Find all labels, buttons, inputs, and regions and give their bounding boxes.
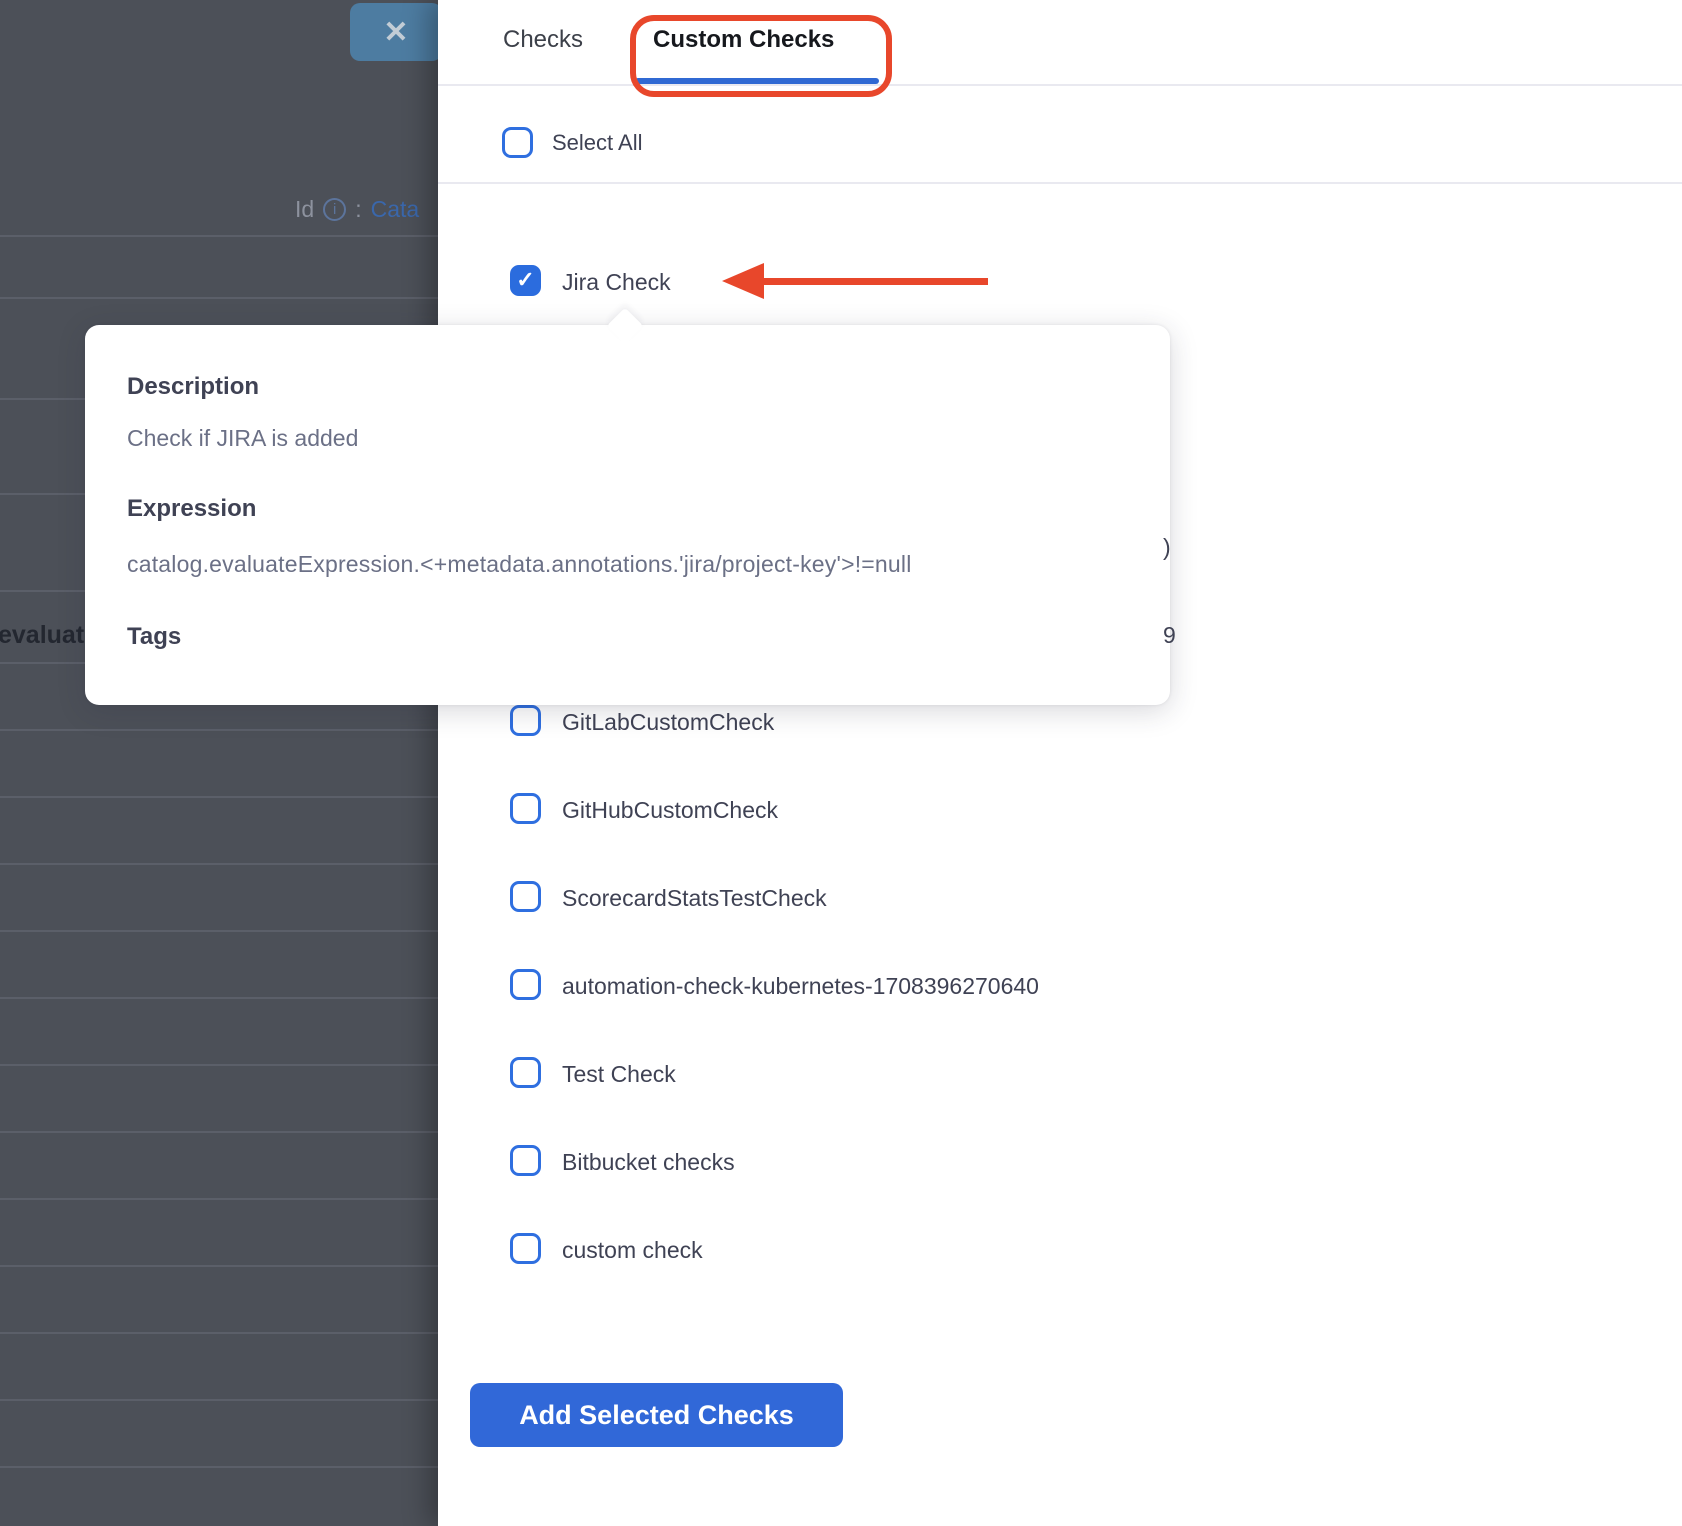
checkbox-checked[interactable]: ✓ [510, 265, 541, 296]
check-row: Test Check [438, 1029, 1682, 1117]
tab-checks[interactable]: Checks [503, 26, 583, 54]
check-row: ScorecardStatsTestCheck [438, 853, 1682, 941]
checkbox[interactable] [510, 705, 541, 736]
close-icon: ✕ [383, 15, 408, 50]
active-tab-underline [635, 78, 879, 84]
check-label: Test Check [562, 1061, 676, 1088]
check-details-tooltip: Description Check if JIRA is added Expre… [85, 325, 1170, 705]
select-all-checkbox[interactable] [502, 127, 533, 158]
tab-custom-checks[interactable]: Custom Checks [653, 26, 834, 54]
check-icon: ✓ [516, 269, 534, 291]
check-label: Jira Check [562, 269, 671, 296]
id-column-label: Id [295, 196, 314, 223]
add-selected-checks-button[interactable]: Add Selected Checks [470, 1383, 843, 1447]
checks-drawer: Checks Custom Checks Select All ✓ Jira Ch… [438, 0, 1682, 1526]
check-row: custom check [438, 1205, 1682, 1293]
checkbox[interactable] [510, 1057, 541, 1088]
select-all-row: Select All [438, 88, 1682, 184]
check-label: automation-check-kubernetes-170839627064… [562, 973, 1039, 1000]
tab-bar: Checks Custom Checks [438, 0, 1682, 86]
tooltip-tags-label: Tags [127, 623, 181, 651]
occluded-check-label-fragment: 9 [1163, 622, 1176, 649]
select-all-label: Select All [552, 130, 643, 156]
catalog-link-partial[interactable]: Cata [371, 196, 420, 223]
check-label: ScorecardStatsTestCheck [562, 885, 827, 912]
checkbox[interactable] [510, 1145, 541, 1176]
tooltip-expression-value: catalog.evaluateExpression.<+metadata.an… [127, 551, 912, 578]
checkbox[interactable] [510, 793, 541, 824]
checkbox[interactable] [510, 1233, 541, 1264]
occluded-check-label-fragment: ) [1163, 534, 1171, 561]
table-header: Id i : Cata [295, 196, 419, 223]
check-label: Bitbucket checks [562, 1149, 735, 1176]
tooltip-description-label: Description [127, 373, 259, 401]
checkbox[interactable] [510, 969, 541, 1000]
tooltip-expression-label: Expression [127, 495, 256, 523]
check-label: custom check [562, 1237, 703, 1264]
header-separator: : [355, 196, 361, 223]
check-label: GitLabCustomCheck [562, 709, 774, 736]
check-row: GitHubCustomCheck [438, 765, 1682, 853]
check-label: GitHubCustomCheck [562, 797, 778, 824]
check-row: automation-check-kubernetes-170839627064… [438, 941, 1682, 1029]
checkbox[interactable] [510, 881, 541, 912]
info-icon: i [323, 198, 346, 221]
tooltip-description-value: Check if JIRA is added [127, 425, 358, 452]
close-drawer-button[interactable]: ✕ [350, 3, 442, 61]
table-cell-text-partial: evaluat [0, 621, 84, 650]
check-row: Bitbucket checks [438, 1117, 1682, 1205]
